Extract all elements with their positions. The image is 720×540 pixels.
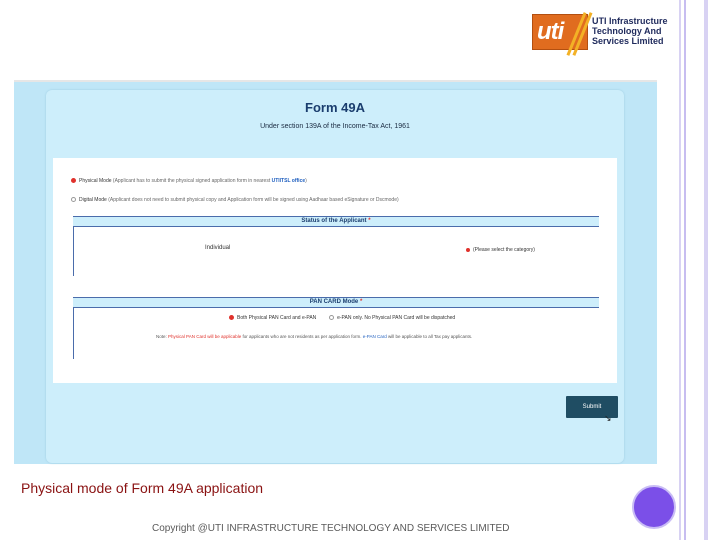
form-screenshot: Form 49A Under section 139A of the Incom…: [14, 80, 657, 464]
border-line-2: [684, 0, 686, 540]
note-prefix: Note:: [156, 334, 169, 339]
form-card: Form 49A Under section 139A of the Incom…: [46, 90, 624, 463]
applicant-status-value[interactable]: Individual: [205, 245, 230, 251]
pan-mode-options: Both Physical PAN Card and e-PAN e-PAN o…: [229, 315, 455, 321]
note-middle: for applicants who are not residents as …: [241, 334, 363, 339]
note-end: will be applicable to all Tax pay applic…: [386, 334, 473, 339]
pan-option-2-radio[interactable]: [329, 315, 335, 321]
pan-card-mode-title: PAN CARD Mode: [309, 299, 359, 305]
border-line-1: [679, 0, 681, 540]
form-subtitle: Under section 139A of the Income-Tax Act…: [260, 123, 410, 130]
note-red: Physical PAN Card will be applicable: [168, 334, 242, 339]
form-panel: Physical Mode (Applicant has to submit t…: [53, 158, 617, 383]
required-star: *: [359, 299, 363, 305]
physical-mode-hint-highlight: UTIITSL office: [271, 178, 306, 184]
physical-mode-hint: (Applicant has to submit the physical si…: [112, 178, 272, 184]
logo-company-name: UTI Infrastructure Technology And Servic…: [592, 16, 682, 46]
uti-logo-mark: uti: [532, 12, 593, 56]
border-line-3: [704, 0, 708, 540]
physical-mode-hint-end: ): [305, 178, 307, 184]
logo-line-2: Technology And: [592, 26, 662, 36]
decorative-circle: [632, 485, 676, 529]
pan-option-2[interactable]: e-PAN only. No Physical PAN Card will be…: [329, 315, 455, 321]
copyright-text: Copyright @UTI INFRASTRUCTURE TECHNOLOGY…: [152, 523, 510, 534]
digital-mode-label: Digital Mode: [79, 197, 107, 203]
physical-mode-label: Physical Mode: [79, 178, 112, 184]
category-select-hint: (Please select the category): [473, 247, 535, 253]
digital-mode-hint: (Applicant does not need to submit physi…: [108, 197, 399, 203]
physical-mode-option[interactable]: Physical Mode (Applicant has to submit t…: [71, 178, 307, 184]
logo-line-3: Services Limited: [592, 36, 664, 46]
category-radio[interactable]: [466, 247, 470, 252]
pan-note: Note: Physical PAN Card will be applicab…: [156, 334, 472, 339]
pan-card-mode-header: PAN CARD Mode *: [73, 297, 599, 308]
required-star: *: [368, 218, 371, 224]
pan-option-1-radio[interactable]: [229, 315, 234, 321]
uti-logo: uti UTI Infrastructure Technology And Se…: [532, 12, 677, 56]
physical-mode-radio[interactable]: [71, 178, 76, 184]
mouse-cursor-icon: ↘: [604, 413, 612, 423]
applicant-status-header: Status of the Applicant *: [73, 216, 599, 227]
section-rule: [73, 307, 74, 359]
applicant-category-select[interactable]: (Please select the category): [466, 247, 535, 253]
logo-line-1: UTI Infrastructure: [592, 16, 668, 26]
digital-mode-radio[interactable]: [71, 197, 76, 203]
logo-mark-text: uti: [537, 18, 564, 45]
form-title: Form 49A: [305, 100, 365, 115]
digital-mode-option[interactable]: Digital Mode (Applicant does not need to…: [71, 197, 399, 203]
pan-option-2-label: e-PAN only. No Physical PAN Card will be…: [337, 315, 456, 321]
pan-option-1[interactable]: Both Physical PAN Card and e-PAN: [229, 315, 316, 321]
slide-caption: Physical mode of Form 49A application: [21, 480, 264, 496]
pan-option-1-label: Both Physical PAN Card and e-PAN: [237, 315, 317, 321]
section-rule: [73, 226, 74, 276]
note-blue: e-PAN Card: [362, 334, 387, 339]
applicant-status-title: Status of the Applicant: [301, 218, 367, 224]
